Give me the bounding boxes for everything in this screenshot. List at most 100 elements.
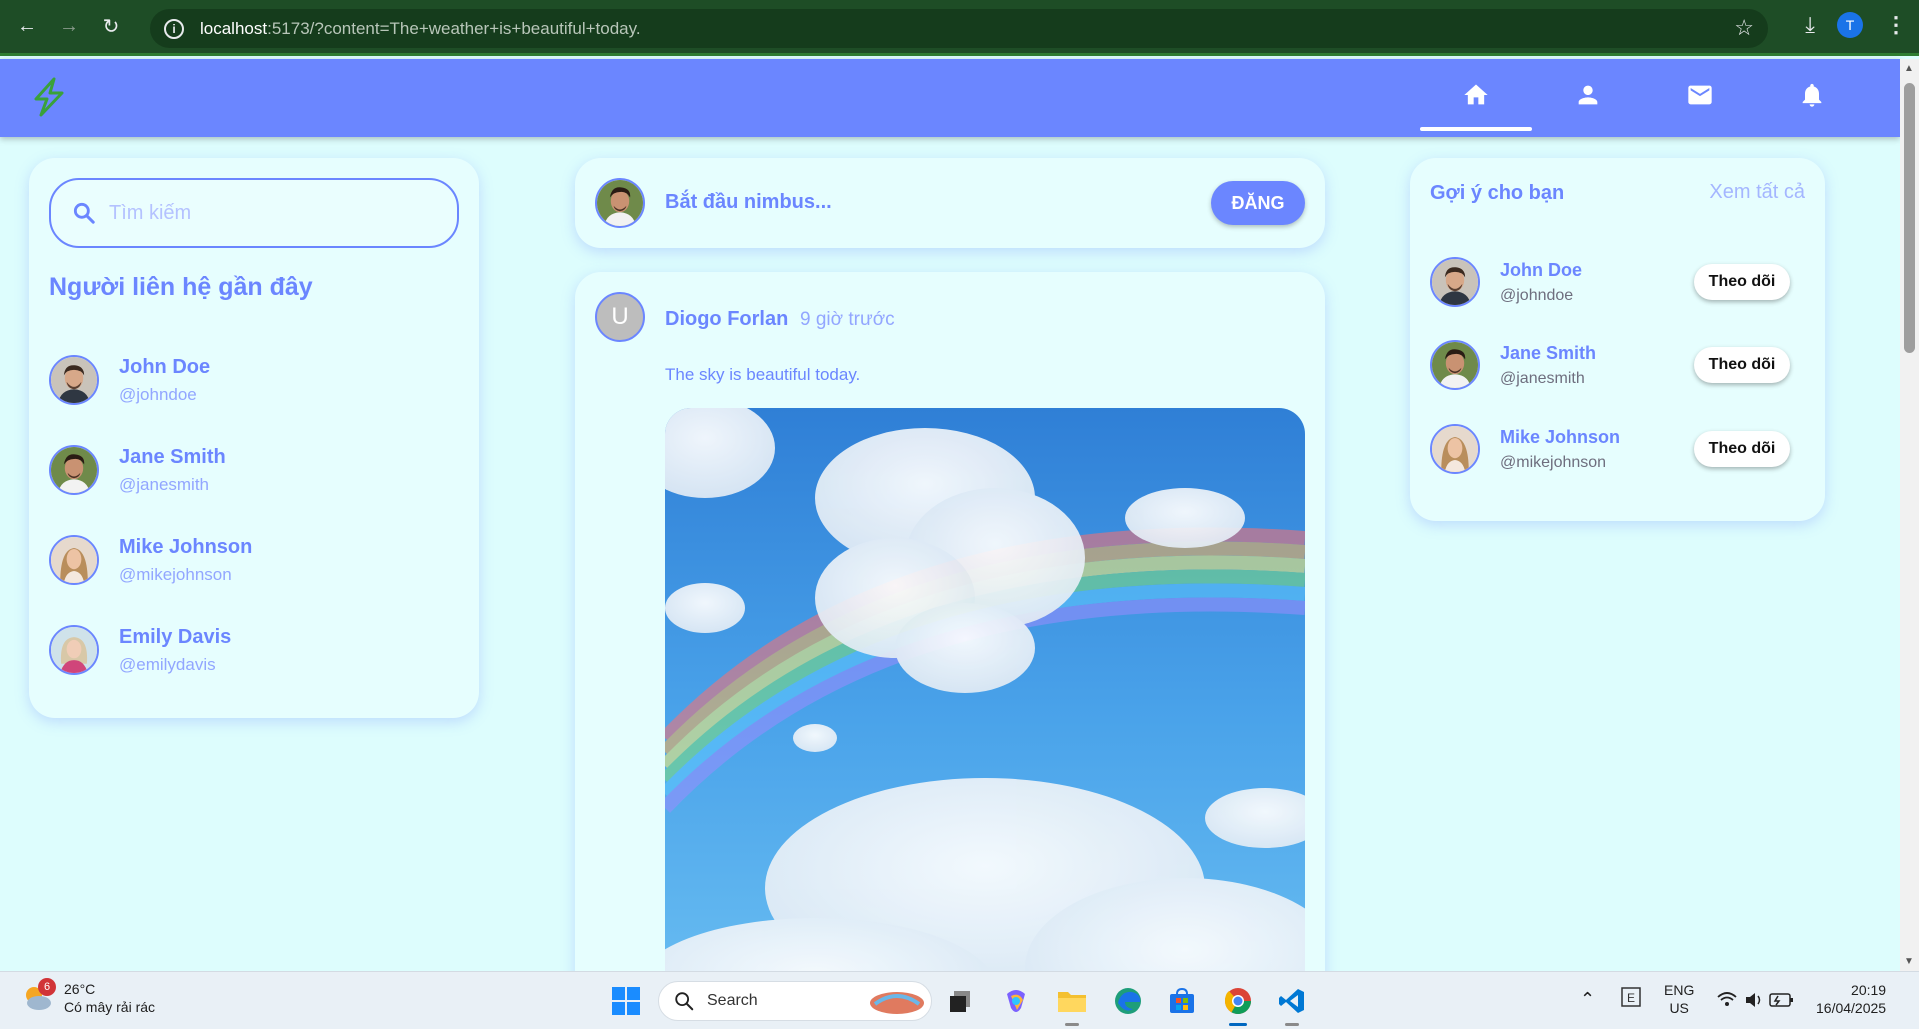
show-hidden-icons-chevron-icon[interactable]: ⌃ [1580,990,1595,1008]
tab-messages[interactable] [1644,59,1756,131]
active-app-indicator [1229,1023,1247,1026]
suggestion-username: @janesmith [1500,369,1585,387]
recent-contacts-card: Người liên hệ gần đây John Doe @johndoe … [29,158,479,718]
post-timestamp: 9 giờ trước [800,309,895,330]
bookmark-star-icon[interactable]: ☆ [1734,15,1754,41]
input-language[interactable]: ENG US [1664,981,1694,1017]
task-view-icon[interactable] [942,983,978,1019]
contact-item[interactable]: Jane Smith @janesmith [49,442,226,498]
tab-profile[interactable] [1532,59,1644,131]
running-indicator [1285,1023,1299,1026]
system-status-icons[interactable] [1716,989,1796,1015]
reload-icon[interactable]: ↻ [96,12,126,42]
app-header [0,59,1900,137]
taskbar-search[interactable]: Search [658,981,932,1021]
follow-button[interactable]: Theo dõi [1694,347,1790,383]
contact-username: @emilydavis [119,654,216,674]
suggestion-name: Mike Johnson [1500,426,1621,447]
post-author-name[interactable]: Diogo Forlan [665,308,788,331]
running-indicator [1065,1023,1079,1026]
bell-icon [1802,83,1822,107]
weather-widget[interactable]: 6 26°C Có mây rải rác [20,978,156,1016]
avatar [1430,340,1480,390]
back-icon[interactable]: ← [12,12,42,42]
suggestion-name: John Doe [1500,259,1583,280]
contact-name: Jane Smith [119,445,226,468]
contact-item[interactable]: Mike Johnson @mikejohnson [49,532,252,588]
search-input[interactable] [109,201,429,225]
region-code: US [1669,1000,1689,1016]
suggestion-username: @johndoe [1500,286,1574,304]
avatar [49,355,99,405]
composer-prompt[interactable]: Bắt đầu nimbus... [665,191,832,214]
tab-notifications[interactable] [1756,59,1868,131]
browser-menu-icon[interactable]: ⋮ [1885,12,1907,38]
weather-condition: Có mây rải rác [64,999,156,1015]
person-icon [1578,85,1598,105]
avatar [49,535,99,585]
recent-contacts-title: Người liên hệ gần đây [49,273,313,301]
taskbar-search-label: Search [707,992,758,1009]
page-scrollbar[interactable]: ▲ ▼ [1900,59,1919,971]
search-box[interactable] [49,178,459,248]
profile-avatar[interactable]: T [1837,12,1863,38]
ime-mode-icon[interactable]: E [1620,986,1642,1012]
post-button[interactable]: ĐĂNG [1211,181,1305,225]
avatar [1430,424,1480,474]
scroll-down-icon[interactable]: ▼ [1904,956,1914,967]
contact-name: Emily Davis [119,625,232,648]
scrollbar-thumb[interactable] [1904,83,1915,353]
contact-item[interactable]: John Doe @johndoe [49,352,210,408]
lightning-logo-icon[interactable] [30,77,68,117]
contact-username: @mikejohnson [119,564,232,584]
system-clock[interactable]: 20:19 16/04/2025 [1816,981,1886,1017]
site-info-icon[interactable]: i [164,18,184,39]
mail-icon [1688,85,1712,105]
post-composer[interactable]: Bắt đầu nimbus... ĐĂNG [575,158,1325,248]
vscode-icon[interactable] [1274,983,1310,1026]
chrome-browser-icon[interactable] [1220,983,1256,1026]
tab-home[interactable] [1420,59,1532,131]
microsoft-store-icon[interactable] [1164,983,1200,1019]
volume-icon [1746,993,1761,1007]
contact-name: Mike Johnson [119,535,253,558]
contact-username: @johndoe [119,384,197,404]
contact-name: John Doe [119,355,211,378]
os-taskbar: 6 26°C Có mây rải rác Search ⌃ E ENG US … [0,971,1919,1029]
search-icon [73,202,95,224]
post-author-avatar[interactable]: U [595,292,645,342]
search-icon [675,992,694,1011]
wifi-icon [1717,992,1737,1006]
clock-date: 16/04/2025 [1816,1000,1887,1016]
suggestions-card: Gợi ý cho bạn Xem tất cả John Doe @johnd… [1410,158,1825,521]
search-highlight-icon [870,992,924,1014]
sky-rainbow-image [665,408,1305,1029]
download-icon[interactable]: ⤓ [1805,12,1815,38]
scroll-up-icon[interactable]: ▲ [1904,63,1914,74]
current-user-avatar [595,178,645,228]
windows-start-icon[interactable] [608,983,644,1019]
avatar [49,445,99,495]
svg-text:E: E [1627,991,1635,1005]
see-all-link[interactable]: Xem tất cả [1709,181,1805,204]
edge-browser-icon[interactable] [1110,983,1146,1019]
feed-post: U Diogo Forlan 9 giờ trước The sky is be… [575,272,1325,1029]
suggestion-item[interactable]: Mike Johnson @mikejohnson Theo dõi [1430,421,1810,477]
url-text[interactable]: localhost:5173/?content=The+weather+is+b… [200,19,641,39]
avatar [49,625,99,675]
avatar [1430,257,1480,307]
suggestion-item[interactable]: Jane Smith @janesmith Theo dõi [1430,337,1810,393]
follow-button[interactable]: Theo dõi [1694,264,1790,300]
post-content: The sky is beautiful today. [665,365,861,384]
weather-alert-badge: 6 [38,978,56,996]
post-image-sky-rainbow[interactable] [665,408,1305,1029]
suggestion-item[interactable]: John Doe @johndoe Theo dõi [1430,254,1810,310]
copilot-icon[interactable] [998,983,1034,1019]
follow-button[interactable]: Theo dõi [1694,431,1790,467]
contact-item[interactable]: Emily Davis @emilydavis [49,622,231,678]
clock-time: 20:19 [1851,982,1887,998]
file-explorer-icon[interactable] [1054,983,1090,1026]
address-bar[interactable]: i localhost:5173/?content=The+weather+is… [150,9,1768,48]
suggestion-username: @mikejohnson [1500,453,1607,471]
forward-icon[interactable]: → [54,12,84,42]
